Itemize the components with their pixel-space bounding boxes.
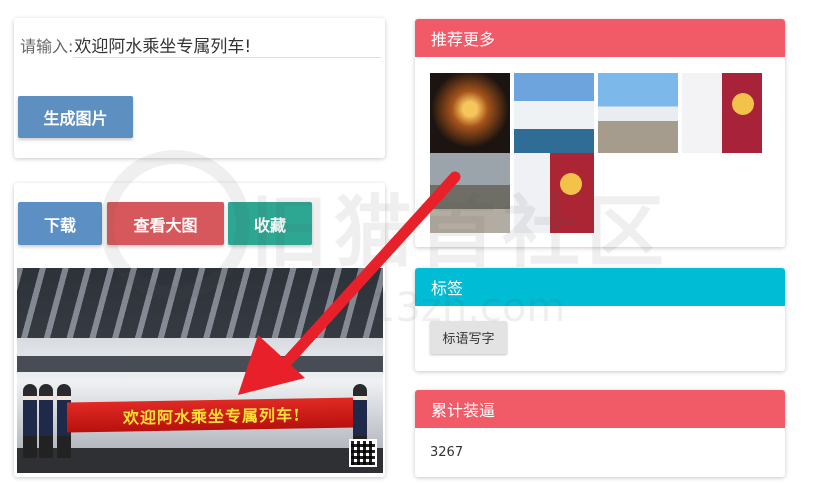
tag-button[interactable]: 标语写字 (430, 321, 507, 354)
generator-card: 请输入: 生成图片 (14, 18, 385, 158)
generated-train-image[interactable]: 欢迎阿水乘坐专属列车! (17, 268, 383, 473)
building-thumb[interactable] (430, 153, 510, 233)
recommend-panel: 推荐更多 (415, 19, 785, 247)
counter-panel: 累计装逼 3267 (415, 390, 785, 477)
text-input[interactable] (73, 32, 382, 58)
result-card: 下载 查看大图 收藏 欢迎阿水乘坐专属列车! (14, 183, 385, 477)
airplane-thumb[interactable] (598, 73, 678, 153)
qr-code-icon (349, 439, 377, 467)
recommend-title: 推荐更多 (415, 19, 785, 57)
generate-image-button[interactable]: 生成图片 (18, 96, 133, 138)
view-large-button[interactable]: 查看大图 (107, 202, 224, 245)
train-window-strip (17, 356, 383, 372)
banner-text: 欢迎阿水乘坐专属列车! (122, 405, 302, 428)
emblem-icon (732, 93, 754, 115)
license-thumb[interactable] (514, 153, 594, 233)
welcome-banner: 欢迎阿水乘坐专属列车! (67, 397, 357, 433)
hotel-thumb[interactable] (430, 73, 510, 153)
tag-title: 标签 (415, 268, 785, 306)
emblem-icon (560, 173, 582, 195)
tag-panel: 标签 标语写字 (415, 268, 785, 371)
input-row: 请输入: (20, 32, 382, 58)
person-figure (23, 384, 37, 458)
counter-title: 累计装逼 (415, 390, 785, 428)
certificate-thumb[interactable] (682, 73, 762, 153)
person-figure (39, 384, 53, 458)
download-button[interactable]: 下载 (18, 202, 102, 245)
thumbnail-grid (430, 73, 766, 233)
yacht-thumb[interactable] (514, 73, 594, 153)
input-label: 请输入: (20, 37, 74, 56)
platform (17, 448, 383, 473)
counter-value: 3267 (430, 445, 464, 460)
favorite-button[interactable]: 收藏 (228, 202, 312, 245)
